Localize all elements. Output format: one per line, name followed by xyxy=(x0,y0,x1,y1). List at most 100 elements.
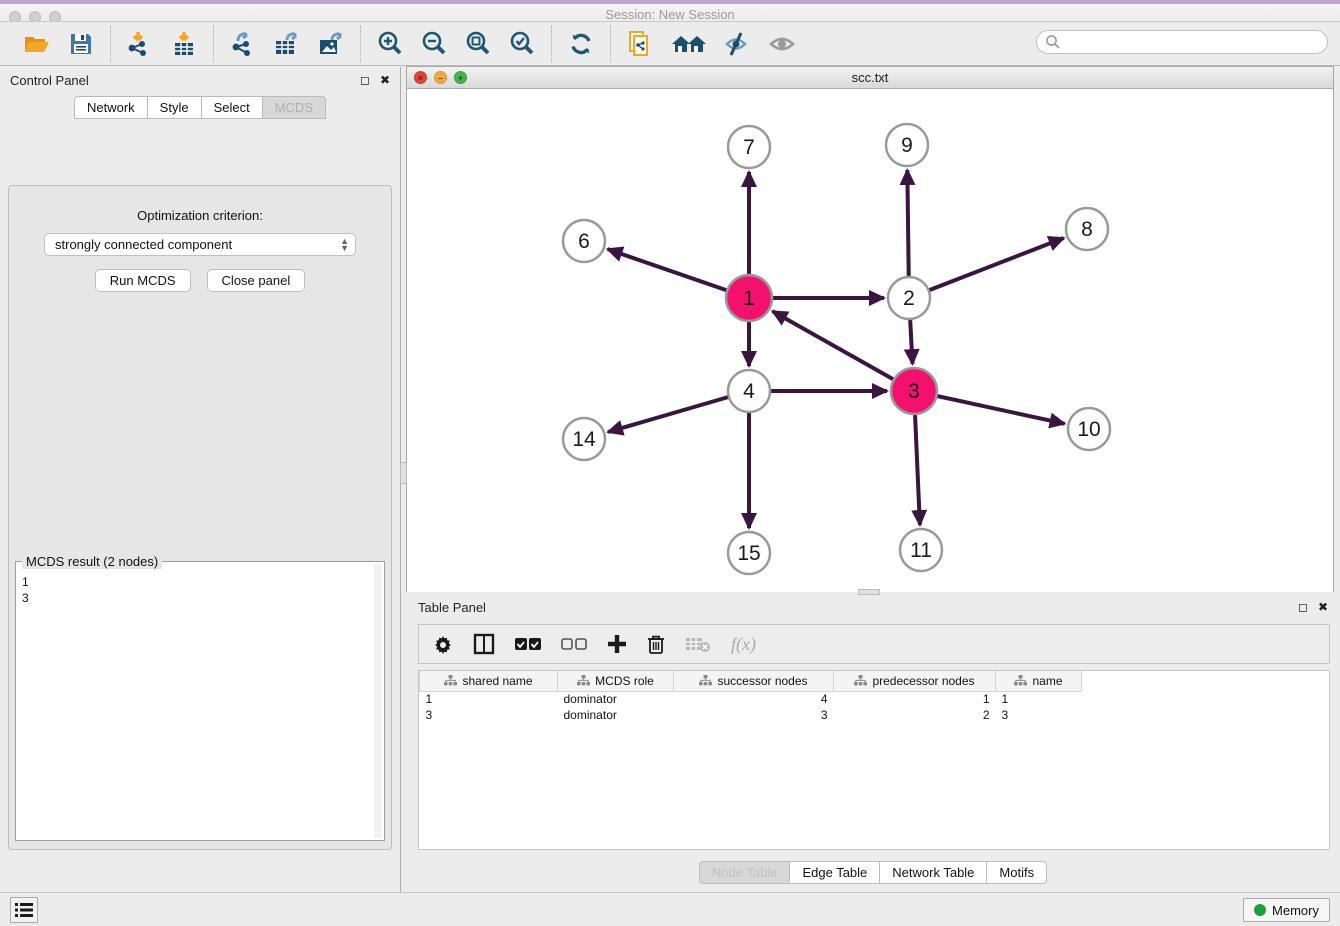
column-header[interactable]: name xyxy=(996,671,1082,691)
table-row[interactable]: 1dominator411 xyxy=(420,691,1082,707)
zoom-in-button[interactable] xyxy=(375,29,405,59)
zoom-out-button[interactable] xyxy=(419,29,449,59)
close-panel-button[interactable]: Close panel xyxy=(207,269,306,292)
mcds-result-list[interactable]: 1 3 xyxy=(18,572,374,838)
network-window-title: scc.txt xyxy=(852,70,889,85)
graph-node-9[interactable]: 9 xyxy=(886,124,928,166)
node-label: 1 xyxy=(743,287,755,310)
run-mcds-button[interactable]: Run MCDS xyxy=(95,269,191,292)
graph-node-14[interactable]: 14 xyxy=(563,418,605,460)
deselect-all-columns-button[interactable] xyxy=(561,631,587,657)
hide-selected-button[interactable] xyxy=(723,29,753,59)
graph-node-1[interactable]: 1 xyxy=(726,275,772,321)
import-network-icon xyxy=(127,31,153,57)
table-cell[interactable]: 3 xyxy=(996,707,1082,723)
network-close-button[interactable]: × xyxy=(414,71,427,84)
status-bar: Memory xyxy=(0,892,1340,926)
graph-node-15[interactable]: 15 xyxy=(728,532,770,574)
memory-button[interactable]: Memory xyxy=(1243,898,1330,922)
control-panel-title: Control Panel xyxy=(10,73,89,88)
close-table-panel-icon[interactable]: ✖ xyxy=(1318,600,1328,614)
table-panel-title: Table Panel xyxy=(418,600,486,615)
graph-node-4[interactable]: 4 xyxy=(728,370,770,412)
float-panel-icon[interactable]: ◻ xyxy=(360,73,370,87)
network-maximize-button[interactable]: + xyxy=(454,71,467,84)
copy-network-icon xyxy=(627,30,653,58)
hierarchy-icon xyxy=(1014,675,1027,687)
panel-divider-handle[interactable] xyxy=(400,462,407,484)
network-window-titlebar[interactable]: × – + scc.txt xyxy=(407,67,1333,89)
close-panel-icon[interactable]: ✖ xyxy=(380,73,390,87)
tab-style[interactable]: Style xyxy=(148,96,202,119)
table-row[interactable]: 3dominator323 xyxy=(420,707,1082,723)
network-graph[interactable]: 7 9 6 8 1 2 4 3 14 10 15 11 xyxy=(407,89,1333,592)
select-all-columns-button[interactable] xyxy=(515,631,541,657)
graph-node-2[interactable]: 2 xyxy=(888,277,930,319)
export-image-button[interactable] xyxy=(316,29,346,59)
result-scrollbar[interactable] xyxy=(374,564,382,838)
mcds-panel-body: Optimization criterion: strongly connect… xyxy=(8,185,392,850)
node-label: 14 xyxy=(572,428,596,451)
table-toolbar: f(x) xyxy=(418,624,1330,664)
search-container xyxy=(1036,30,1328,54)
table-settings-button[interactable] xyxy=(433,631,453,657)
table-cell[interactable]: 1 xyxy=(996,691,1082,707)
tab-motifs[interactable]: Motifs xyxy=(987,861,1047,884)
column-header[interactable]: MCDS role xyxy=(558,671,674,691)
graph-node-7[interactable]: 7 xyxy=(728,126,770,168)
home-button[interactable] xyxy=(669,29,709,59)
export-table-button[interactable] xyxy=(272,29,302,59)
tab-mcds[interactable]: MCDS xyxy=(263,96,326,119)
graph-node-3[interactable]: 3 xyxy=(891,368,937,414)
import-table-button[interactable] xyxy=(169,29,199,59)
import-network-button[interactable] xyxy=(125,29,155,59)
graph-node-6[interactable]: 6 xyxy=(563,220,605,262)
column-header[interactable]: shared name xyxy=(420,671,558,691)
graph-node-11[interactable]: 11 xyxy=(900,529,942,571)
export-image-icon xyxy=(317,31,345,57)
refresh-button[interactable] xyxy=(566,29,596,59)
table-cell[interactable]: 2 xyxy=(834,707,996,723)
node-table[interactable]: shared nameMCDS rolesuccessor nodesprede… xyxy=(419,671,1082,723)
tab-network-table[interactable]: Network Table xyxy=(880,861,987,884)
criterion-dropdown[interactable]: strongly connected component ▲▼ xyxy=(44,233,356,256)
graph-node-10[interactable]: 10 xyxy=(1068,408,1110,450)
split-columns-icon xyxy=(473,633,495,655)
tab-network[interactable]: Network xyxy=(74,96,148,119)
open-file-button[interactable] xyxy=(22,29,52,59)
function-builder-button[interactable]: f(x) xyxy=(731,631,756,657)
network-view-window: × – + scc.txt 7 9 6 8 1 2 4 3 14 10 15 11 xyxy=(406,66,1334,592)
tab-edge-table[interactable]: Edge Table xyxy=(790,861,880,884)
zoom-fit-button[interactable] xyxy=(463,29,493,59)
network-minimize-button[interactable]: – xyxy=(434,71,447,84)
show-all-button[interactable] xyxy=(767,29,797,59)
graph-node-8[interactable]: 8 xyxy=(1066,208,1108,250)
export-network-button[interactable] xyxy=(228,29,258,59)
column-header[interactable]: predecessor nodes xyxy=(834,671,996,691)
table-cell[interactable]: dominator xyxy=(558,691,674,707)
table-cell[interactable]: 1 xyxy=(420,691,558,707)
save-session-button[interactable] xyxy=(66,29,96,59)
tab-node-table[interactable]: Node Table xyxy=(699,861,791,884)
delete-table-button[interactable] xyxy=(685,631,711,657)
create-column-button[interactable] xyxy=(607,631,627,657)
table-divider-handle[interactable] xyxy=(858,589,880,595)
task-history-button[interactable] xyxy=(10,897,38,923)
new-network-from-selection-button[interactable] xyxy=(625,29,655,59)
table-cell[interactable]: 4 xyxy=(674,691,834,707)
show-column-panel-button[interactable] xyxy=(473,631,495,657)
zoom-selected-button[interactable] xyxy=(507,29,537,59)
table-cell[interactable]: dominator xyxy=(558,707,674,723)
edge-3-1[interactable] xyxy=(773,311,914,391)
column-header[interactable]: successor nodes xyxy=(674,671,834,691)
edge-2-8[interactable] xyxy=(909,238,1064,298)
network-canvas[interactable]: 7 9 6 8 1 2 4 3 14 10 15 11 xyxy=(407,89,1333,592)
tab-select[interactable]: Select xyxy=(202,96,263,119)
zoom-out-icon xyxy=(420,30,448,58)
table-cell[interactable]: 1 xyxy=(834,691,996,707)
table-cell[interactable]: 3 xyxy=(420,707,558,723)
search-input[interactable] xyxy=(1036,30,1328,54)
float-table-panel-icon[interactable]: ◻ xyxy=(1298,600,1308,614)
delete-column-button[interactable] xyxy=(647,631,665,657)
table-cell[interactable]: 3 xyxy=(674,707,834,723)
